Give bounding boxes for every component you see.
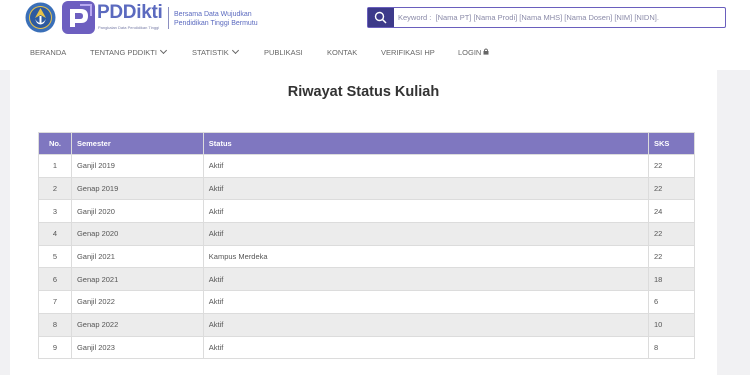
cell-semester: Genap 2020 — [70, 222, 204, 246]
slogan-line-2: Pendidikan Tinggi Bermutu — [174, 20, 258, 27]
search-input[interactable] — [398, 8, 724, 27]
pddikti-logo-icon — [62, 1, 95, 34]
nav-publikasi[interactable]: PUBLIKASI — [264, 48, 303, 57]
cell-semester: Genap 2019 — [70, 176, 204, 201]
cell-sks: 24 — [648, 199, 695, 224]
nav-kontak-label: KONTAK — [327, 48, 358, 57]
cell-sks: 10 — [648, 312, 695, 337]
nav-login-label: LOGIN — [458, 48, 482, 57]
nav-kontak[interactable]: KONTAK — [327, 48, 357, 57]
cell-no: 4 — [38, 222, 72, 246]
cell-sks: 22 — [648, 244, 695, 269]
cell-semester: Ganjil 2022 — [70, 290, 204, 314]
cell-no: 5 — [38, 244, 72, 269]
tut-wuri-handayani-logo-icon — [25, 2, 56, 33]
table-row: 1 Ganjil 2019 Aktif 22 — [38, 154, 695, 178]
cell-no: 6 — [38, 267, 72, 292]
header-no: No. — [38, 132, 72, 155]
nav-beranda[interactable]: BERANDA — [30, 48, 66, 57]
cell-sks: 18 — [648, 267, 695, 292]
cell-status: Aktif — [202, 199, 650, 224]
nav-tentang-label: TENTANG PDDIKTI — [90, 48, 157, 57]
cell-status: Aktif — [202, 154, 650, 178]
cell-status: Aktif — [202, 222, 650, 246]
cell-semester: Ganjil 2020 — [70, 199, 204, 224]
cell-status: Kampus Merdeka — [202, 244, 650, 269]
lock-icon — [483, 48, 489, 55]
top-header: PDDikti Pangkalan Data Pendidikan Tinggi… — [0, 0, 750, 36]
cell-no: 8 — [38, 312, 72, 337]
content-card: Riwayat Status Kuliah No. Semester Statu… — [10, 70, 717, 375]
cell-sks: 22 — [648, 154, 695, 178]
nav-verifikasi-hp[interactable]: VERIFIKASI HP — [381, 48, 435, 57]
table-row: 5 Ganjil 2021 Kampus Merdeka 22 — [38, 244, 695, 269]
slogan-line-1: Bersama Data Wujudkan — [174, 11, 252, 18]
cell-status: Aktif — [202, 176, 650, 201]
nav-login[interactable]: LOGIN — [458, 48, 489, 57]
status-table: No. Semester Status SKS 1 Ganjil 2019 Ak… — [38, 132, 695, 360]
table-header-row: No. Semester Status SKS — [38, 132, 695, 155]
nav-publikasi-label: PUBLIKASI — [264, 48, 303, 57]
cell-status: Aktif — [202, 267, 650, 292]
cell-semester: Genap 2021 — [70, 267, 204, 292]
cell-semester: Ganjil 2019 — [70, 154, 204, 178]
cell-no: 7 — [38, 290, 72, 314]
main-nav: BERANDA TENTANG PDDIKTI STATISTIK PUBLIK… — [0, 36, 750, 70]
header-sks: SKS — [648, 132, 695, 155]
search-box — [367, 7, 726, 28]
cell-no: 9 — [38, 335, 72, 360]
nav-verifikasi-label: VERIFIKASI HP — [381, 48, 435, 57]
cell-sks: 8 — [648, 335, 695, 360]
page-title: Riwayat Status Kuliah — [287, 84, 440, 100]
table-row: 6 Genap 2021 Aktif 18 — [38, 267, 695, 292]
nav-tentang-pddikti[interactable]: TENTANG PDDIKTI — [90, 46, 167, 57]
cell-no: 2 — [38, 176, 72, 201]
search-icon — [374, 11, 387, 24]
cell-semester: Genap 2022 — [70, 312, 204, 337]
table-row: 3 Ganjil 2020 Aktif 24 — [38, 199, 695, 224]
chevron-down-icon — [159, 46, 167, 55]
brand-divider — [168, 7, 169, 29]
cell-semester: Ganjil 2021 — [70, 244, 204, 269]
cell-sks: 22 — [648, 176, 695, 201]
cell-status: Aktif — [202, 335, 650, 360]
table-row: 7 Ganjil 2022 Aktif 6 — [38, 290, 695, 314]
cell-status: Aktif — [202, 290, 650, 314]
cell-status: Aktif — [202, 312, 650, 337]
header-semester: Semester — [70, 132, 204, 155]
cell-no: 3 — [38, 199, 72, 224]
brand-name[interactable]: PDDikti — [97, 2, 163, 24]
cell-sks: 6 — [648, 290, 695, 314]
brand-subtitle: Pangkalan Data Pendidikan Tinggi — [98, 25, 160, 30]
table-row: 2 Genap 2019 Aktif 22 — [38, 176, 695, 201]
table-row: 4 Genap 2020 Aktif 22 — [38, 222, 695, 246]
cell-no: 1 — [38, 154, 72, 178]
nav-statistik[interactable]: STATISTIK — [192, 46, 239, 57]
chevron-down-icon — [231, 46, 239, 55]
nav-statistik-label: STATISTIK — [192, 48, 229, 57]
cell-sks: 22 — [648, 222, 695, 246]
cell-semester: Ganjil 2023 — [70, 335, 204, 360]
table-row: 9 Ganjil 2023 Aktif 8 — [38, 335, 695, 360]
table-row: 8 Genap 2022 Aktif 10 — [38, 312, 695, 337]
search-button[interactable] — [368, 8, 394, 27]
header-status: Status — [202, 132, 650, 155]
nav-beranda-label: BERANDA — [30, 48, 67, 57]
